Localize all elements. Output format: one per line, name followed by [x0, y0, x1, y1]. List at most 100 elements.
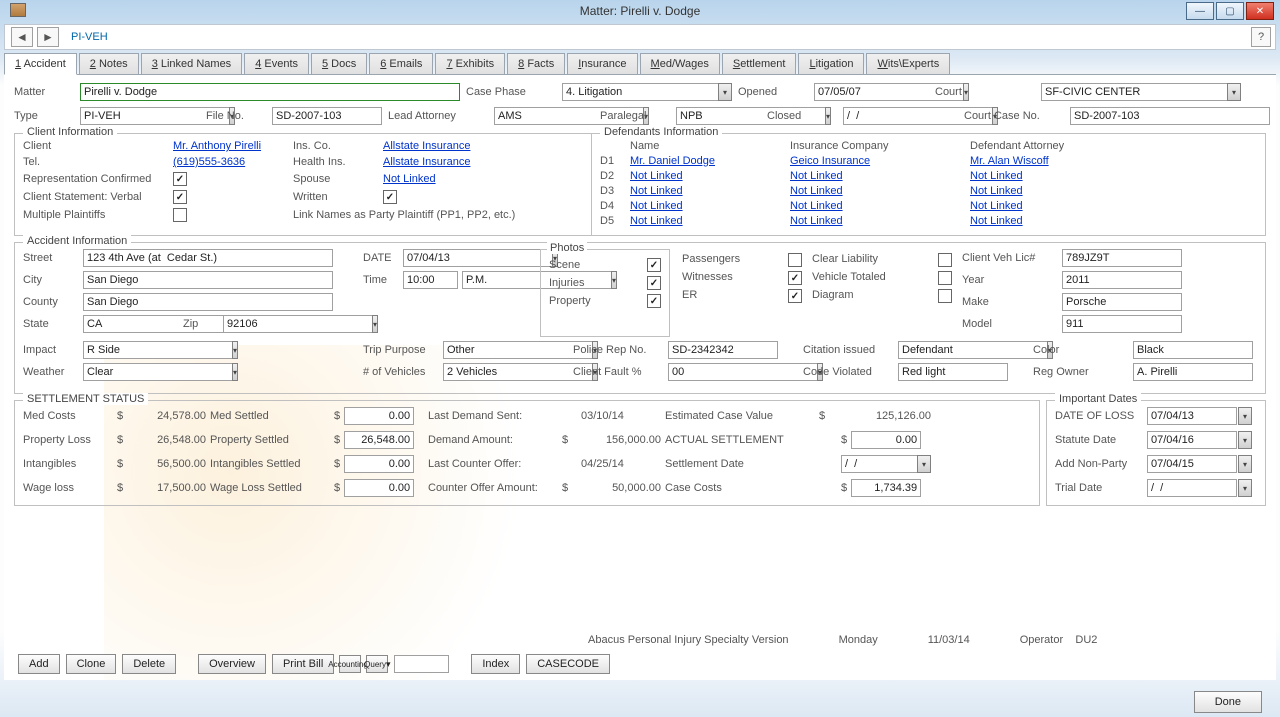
- vehlic-input[interactable]: [1062, 249, 1182, 267]
- def-name-link[interactable]: Not Linked: [630, 215, 790, 227]
- def-ins-link[interactable]: Not Linked: [790, 215, 970, 227]
- tab-4events[interactable]: 4 Events: [244, 53, 309, 74]
- street-input[interactable]: [83, 249, 333, 267]
- def-att-link[interactable]: Not Linked: [970, 170, 1130, 182]
- fileno-input[interactable]: [272, 107, 382, 125]
- def-att-link[interactable]: Not Linked: [970, 200, 1130, 212]
- stat-input[interactable]: [1147, 431, 1237, 449]
- back-button[interactable]: ◄: [11, 27, 33, 47]
- setdate-input[interactable]: [841, 455, 918, 473]
- accounting-button[interactable]: Accounting: [339, 655, 361, 673]
- def-name-link[interactable]: Not Linked: [630, 185, 790, 197]
- tab-wits-experts[interactable]: Wits\Experts: [866, 53, 950, 74]
- help-button[interactable]: ?: [1251, 27, 1271, 47]
- year-input[interactable]: [1062, 271, 1182, 289]
- def-name-link[interactable]: Mr. Daniel Dodge: [630, 155, 790, 167]
- dol-dropdown-icon[interactable]: ▾: [1238, 407, 1252, 425]
- tab-3linked-names[interactable]: 3 Linked Names: [141, 53, 243, 74]
- trial-dropdown-icon[interactable]: ▾: [1238, 479, 1252, 497]
- def-ins-link[interactable]: Not Linked: [790, 185, 970, 197]
- time-input[interactable]: [403, 271, 458, 289]
- printbill-button[interactable]: Print Bill: [272, 654, 334, 674]
- fault-input[interactable]: [668, 363, 818, 381]
- ccn-input[interactable]: [1070, 107, 1270, 125]
- court-dropdown-icon[interactable]: ▾: [1227, 83, 1241, 101]
- query-input[interactable]: [394, 655, 449, 673]
- tab-2notes[interactable]: 2 Notes: [79, 53, 139, 74]
- impact-input[interactable]: [83, 341, 233, 359]
- tab-med-wages[interactable]: Med/Wages: [640, 53, 720, 74]
- city-input[interactable]: [83, 271, 333, 289]
- injuries-checkbox[interactable]: [647, 276, 661, 290]
- health-link[interactable]: Allstate Insurance: [383, 156, 583, 168]
- query-button[interactable]: Query: [366, 655, 388, 673]
- citation-input[interactable]: [898, 341, 1048, 359]
- actual-input[interactable]: [851, 431, 921, 449]
- def-ins-link[interactable]: Not Linked: [790, 170, 970, 182]
- regowner-input[interactable]: [1133, 363, 1253, 381]
- weather-dropdown-icon[interactable]: ▾: [232, 363, 238, 381]
- def-att-link[interactable]: Not Linked: [970, 185, 1130, 197]
- court-input[interactable]: [1041, 83, 1228, 101]
- tab-5docs[interactable]: 5 Docs: [311, 53, 367, 74]
- stat-dropdown-icon[interactable]: ▾: [1238, 431, 1252, 449]
- clearliab-checkbox[interactable]: [938, 253, 952, 267]
- tab-1accident[interactable]: 1 Accident: [4, 53, 77, 75]
- tab-7exhibits[interactable]: 7 Exhibits: [435, 53, 505, 74]
- tab-8facts[interactable]: 8 Facts: [507, 53, 565, 74]
- tel-link[interactable]: (619)555-3636: [173, 156, 293, 168]
- model-input[interactable]: [1062, 315, 1182, 333]
- casecode-button[interactable]: CASECODE: [526, 654, 610, 674]
- minimize-button[interactable]: —: [1186, 2, 1214, 20]
- color-input[interactable]: [1133, 341, 1253, 359]
- overview-button[interactable]: Overview: [198, 654, 266, 674]
- multi-checkbox[interactable]: [173, 208, 187, 222]
- er-checkbox[interactable]: [788, 289, 802, 303]
- passengers-checkbox[interactable]: [788, 253, 802, 267]
- insco-link[interactable]: Allstate Insurance: [383, 140, 583, 152]
- county-input[interactable]: [83, 293, 333, 311]
- zip-input[interactable]: [223, 315, 373, 333]
- rep-checkbox[interactable]: [173, 172, 187, 186]
- maximize-button[interactable]: ▢: [1216, 2, 1244, 20]
- witnesses-checkbox[interactable]: [788, 271, 802, 285]
- propset-input[interactable]: [344, 431, 414, 449]
- addnp-input[interactable]: [1147, 455, 1237, 473]
- def-ins-link[interactable]: Not Linked: [790, 200, 970, 212]
- close-button[interactable]: ✕: [1246, 2, 1274, 20]
- dol-input[interactable]: [1147, 407, 1237, 425]
- toolbar-pi-veh[interactable]: PI-VEH: [71, 31, 108, 43]
- casephase-dropdown-icon[interactable]: ▾: [718, 83, 732, 101]
- def-name-link[interactable]: Not Linked: [630, 200, 790, 212]
- medset-input[interactable]: [344, 407, 414, 425]
- forward-button[interactable]: ►: [37, 27, 59, 47]
- matter-input[interactable]: [80, 83, 460, 101]
- def-att-link[interactable]: Not Linked: [970, 215, 1130, 227]
- add-button[interactable]: Add: [18, 654, 60, 674]
- make-input[interactable]: [1062, 293, 1182, 311]
- numveh-input[interactable]: [443, 363, 593, 381]
- impact-dropdown-icon[interactable]: ▾: [232, 341, 238, 359]
- def-name-link[interactable]: Not Linked: [630, 170, 790, 182]
- vehtot-checkbox[interactable]: [938, 271, 952, 285]
- casecosts-input[interactable]: [851, 479, 921, 497]
- addnp-dropdown-icon[interactable]: ▾: [1238, 455, 1252, 473]
- casephase-input[interactable]: [562, 83, 719, 101]
- delete-button[interactable]: Delete: [122, 654, 176, 674]
- index-button[interactable]: Index: [471, 654, 520, 674]
- clone-button[interactable]: Clone: [66, 654, 117, 674]
- wageset-input[interactable]: [344, 479, 414, 497]
- tab-settlement[interactable]: Settlement: [722, 53, 797, 74]
- tab-litigation[interactable]: Litigation: [798, 53, 864, 74]
- tab-6emails[interactable]: 6 Emails: [369, 53, 433, 74]
- property-checkbox[interactable]: [647, 294, 661, 308]
- trial-input[interactable]: [1147, 479, 1237, 497]
- stmt-checkbox[interactable]: [173, 190, 187, 204]
- diagram-checkbox[interactable]: [938, 289, 952, 303]
- weather-input[interactable]: [83, 363, 233, 381]
- date-input[interactable]: [403, 249, 553, 267]
- def-att-link[interactable]: Mr. Alan Wiscoff: [970, 155, 1130, 167]
- trip-input[interactable]: [443, 341, 593, 359]
- code-input[interactable]: [898, 363, 1008, 381]
- intset-input[interactable]: [344, 455, 414, 473]
